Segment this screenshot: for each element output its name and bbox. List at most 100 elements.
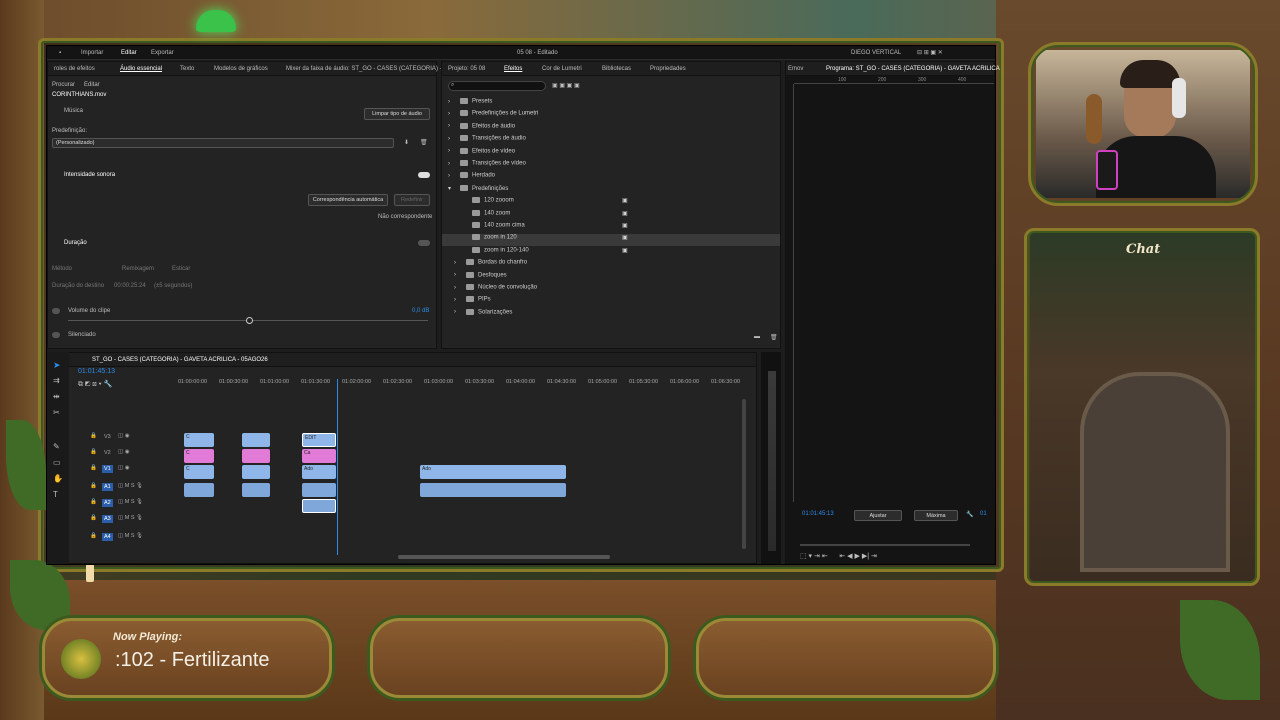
video-clip[interactable] [242,433,270,447]
quality-dropdown[interactable]: Máxima [914,510,958,521]
lock-icon[interactable]: 🔒 [90,449,97,455]
window-controls-icon[interactable]: ⊟ ⊞ ▣ ✕ [917,49,943,56]
clear-audio-type-button[interactable]: Limpar tipo de áudio [364,108,430,120]
tab-essential-sound[interactable]: Áudio essencial [120,66,162,72]
effect-item[interactable]: › PIPs [442,296,780,308]
clip-volume-value[interactable]: 0,0 dB [412,308,429,314]
timeline-h-scrollbar[interactable] [398,555,610,559]
video-clip[interactable]: C [184,465,214,479]
lock-icon[interactable]: 🔒 [90,515,97,521]
lock-icon[interactable]: 🔒 [90,465,97,471]
video-clip[interactable]: Ado [302,465,336,479]
pen-tool-icon[interactable]: ✎ [53,442,60,451]
save-preset-icon[interactable]: ⬇ [404,139,409,146]
clip-volume-checkbox[interactable] [52,308,60,314]
subtab-browse[interactable]: Procurar [52,82,75,88]
lock-icon[interactable]: 🔒 [90,483,97,489]
reset-button[interactable]: Redefinir [394,194,430,206]
effect-item[interactable]: › Efeitos de vídeo [442,147,780,160]
program-scrubber[interactable] [800,544,970,546]
video-clip[interactable]: C [184,449,214,463]
tab-libraries[interactable]: Bibliotecas [602,66,631,72]
workspace-label[interactable]: DIEGO VERTICAL [851,50,901,56]
effect-item[interactable]: › Desfoques [442,271,780,284]
fit-dropdown[interactable]: Ajustar [854,510,902,521]
tab-properties[interactable]: Propriedades [650,66,686,72]
lock-icon[interactable]: 🔒 [90,433,97,439]
video-clip[interactable] [242,449,270,463]
program-timecode[interactable]: 01:01:45:13 [802,511,834,517]
effect-item[interactable]: ▾ Predefinições [442,185,780,197]
effect-item[interactable]: › Presets [442,98,780,110]
duration-toggle[interactable] [418,240,430,246]
ripple-edit-tool-icon[interactable]: ⇹ [53,392,60,401]
effect-item[interactable]: › Transições de vídeo [442,160,780,172]
effect-item[interactable]: › Núcleo de convolução [442,284,780,296]
mute-solo-icons[interactable]: ◫ M S 🎙 [118,515,143,521]
tab-effect-controls[interactable]: roles de efeitos [54,66,95,72]
razor-tool-icon[interactable]: ✂ [53,408,60,417]
trash-icon[interactable]: 🗑 [770,334,778,341]
tab-lumetri-color[interactable]: Cor de Lumetri [542,66,582,72]
duration-header[interactable]: Duração [64,240,87,246]
effect-item[interactable]: 140 zoom cima ▣ [442,222,780,234]
preset-dropdown[interactable]: (Personalizado) [52,138,394,148]
menu-import[interactable]: Importar [81,50,103,56]
tab-graphics-templates[interactable]: Modelos de gráficos [214,66,268,72]
effect-item[interactable]: › Herdado [442,172,780,184]
stretch-radio[interactable]: Esticar [172,266,190,272]
effect-item[interactable]: 120 zooom ▣ [442,197,780,209]
lock-icon[interactable]: 🔒 [90,499,97,505]
timeline-tools-icons[interactable]: ⧉ ◩ ⊠ ▾ 🔧 [78,380,112,389]
rectangle-tool-icon[interactable]: ▭ [53,458,61,467]
effect-item[interactable]: › Bordas do chanfro [442,259,780,271]
effects-search-input[interactable] [448,81,546,91]
effect-item[interactable]: 140 zoom ▣ [442,209,780,222]
timeline-tab[interactable]: ST_GO - CASES (CATEGORIA) - GAVETA ACRIL… [92,357,268,363]
volume-slider-handle[interactable] [246,317,253,324]
eye-icon[interactable]: ◫ ◉ [118,449,130,455]
effect-item[interactable]: › Predefinições de Lumetri [442,110,780,122]
timeline-v-scrollbar[interactable] [742,399,746,549]
tab-effects[interactable]: Efeitos [504,66,522,72]
tab-text[interactable]: Texto [180,66,194,72]
target-duration-value[interactable]: 00:00:25:24 [114,283,146,289]
delete-preset-icon[interactable]: 🗑 [420,139,428,146]
selection-tool-icon[interactable]: ➤ [53,360,61,371]
effect-item[interactable]: zoom in 120-140 ▣ [442,246,780,259]
effect-item[interactable]: › Transições de áudio [442,135,780,147]
video-clip[interactable]: Ca [302,449,336,463]
video-clip[interactable]: C [184,433,214,447]
menu-edit[interactable]: Editar [121,50,137,56]
transport-controls[interactable]: ⬚ ▾ ⇥ ⇤ ⇤ ◀ ▶ ▶| ⇥ [800,552,877,560]
loudness-toggle[interactable] [418,172,430,178]
timeline-timecode[interactable]: 01:01:45:13 [78,368,115,375]
video-clip[interactable] [242,465,270,479]
mute-solo-icons[interactable]: ◫ M S 🎙 [118,483,143,489]
subtab-edit[interactable]: Editar [84,82,100,88]
mute-solo-icons[interactable]: ◫ M S 🎙 [118,533,143,539]
tab-source[interactable]: Emov [788,66,803,72]
lock-icon[interactable]: 🔒 [90,533,97,539]
effect-item[interactable]: › Efeitos de áudio [442,122,780,135]
edit-clip[interactable]: EDIT [302,433,336,447]
menu-export[interactable]: Exportar [151,50,174,56]
eye-icon[interactable]: ◫ ◉ [118,465,130,471]
mute-checkbox[interactable] [52,332,60,338]
track-select-tool-icon[interactable]: ⇉ [53,376,60,385]
audio-clip[interactable] [184,483,214,497]
audio-clip[interactable] [242,483,270,497]
effect-item[interactable]: › Solarizações [442,308,780,321]
mute-solo-icons[interactable]: ◫ M S 🎙 [118,499,143,505]
tab-project[interactable]: Projeto: 05 08 [448,66,485,72]
loudness-header[interactable]: Intensidade sonora [64,172,115,178]
eye-icon[interactable]: ◫ ◉ [118,433,130,439]
new-bin-icon[interactable]: ▬ [754,334,760,340]
selected-audio-clip[interactable] [302,499,336,513]
effect-item[interactable]: zoom in 120 ▣ [442,234,780,247]
effect-filter-icons[interactable]: ▣ ▣ ▣ ▣ [552,82,580,89]
adjustment-clip[interactable]: Ado [420,465,566,479]
tab-program[interactable]: Programa: ST_GO - CASES (CATEGORIA) - GA… [826,66,1000,72]
tab-audio-mixer[interactable]: Mixer da faixa de áudio: ST_GO - CASES (… [286,66,442,72]
audio-clip[interactable] [302,483,336,497]
